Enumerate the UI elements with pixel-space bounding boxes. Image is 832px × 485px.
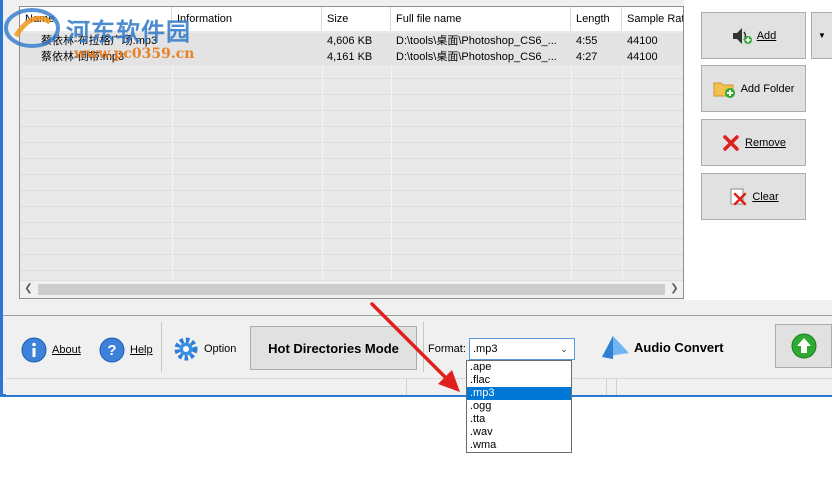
- divider: [161, 322, 162, 372]
- add-button[interactable]: Add: [701, 12, 806, 59]
- format-option-mp3[interactable]: .mp3: [467, 387, 571, 400]
- cell-sample-rate: 44100: [627, 35, 658, 47]
- add-dropdown-button[interactable]: ▼: [811, 12, 832, 59]
- remove-button[interactable]: Remove: [701, 119, 806, 166]
- column-divider: [172, 31, 173, 282]
- help-label: Help: [130, 344, 153, 356]
- column-header-full-file-name[interactable]: Full file name: [391, 7, 571, 31]
- chevron-down-icon: ⌄: [560, 344, 568, 354]
- convert-start-button[interactable]: [775, 324, 832, 368]
- option-label: Option: [204, 343, 237, 355]
- svg-text:?: ?: [107, 342, 116, 359]
- chevron-down-icon: ▼: [818, 31, 826, 40]
- cell-length: 4:27: [576, 51, 598, 63]
- help-icon: ?: [99, 337, 125, 363]
- table-row[interactable]: 蔡依林-布拉格广场.mp3 4,606 KB D:\tools\桌面\Photo…: [20, 33, 683, 49]
- list-header: Name Information Size Full file name Len…: [20, 7, 683, 31]
- cell-name: 蔡依林-倒带.mp3: [41, 51, 125, 63]
- audio-convert-label: Audio Convert: [634, 339, 724, 355]
- about-label: About: [52, 344, 81, 356]
- cell-information: [172, 49, 322, 65]
- cell-name: 蔡依林-布拉格广场.mp3: [41, 35, 158, 47]
- format-option-flac[interactable]: .flac: [467, 374, 571, 387]
- cell-length: 4:55: [576, 35, 598, 47]
- column-divider: [571, 31, 572, 282]
- about-button[interactable]: About: [20, 336, 81, 364]
- format-option-ogg[interactable]: .ogg: [467, 400, 571, 413]
- table-row[interactable]: 蔡依林-倒带.mp3 4,161 KB D:\tools\桌面\Photosho…: [20, 49, 683, 65]
- clear-list-icon: [730, 188, 747, 205]
- column-header-information[interactable]: Information: [172, 7, 322, 31]
- format-option-wav[interactable]: .wav: [467, 426, 571, 439]
- info-icon: [21, 337, 47, 363]
- cell-sample-rate: 44100: [627, 51, 658, 63]
- action-panel: Add ▼ Add Folder Remove Clear: [684, 0, 832, 300]
- scroll-left-arrow-icon[interactable]: ❮: [20, 281, 37, 298]
- red-x-icon: [723, 134, 739, 151]
- remove-button-label: Remove: [745, 136, 786, 149]
- cell-full-file-name: D:\tools\桌面\Photoshop_CS6_...: [396, 35, 557, 47]
- option-button[interactable]: Option: [173, 336, 236, 362]
- add-folder-button[interactable]: Add Folder: [701, 65, 806, 112]
- column-header-size[interactable]: Size: [322, 7, 391, 31]
- help-button[interactable]: ? Help: [98, 336, 153, 364]
- add-folder-button-label: Add Folder: [740, 82, 795, 95]
- folder-add-icon: [713, 82, 735, 98]
- cell-information: [172, 33, 322, 49]
- cell-full-file-name: D:\tools\桌面\Photoshop_CS6_...: [396, 51, 557, 63]
- scrollbar-thumb[interactable]: [38, 284, 665, 295]
- format-select-value: .mp3: [473, 343, 498, 355]
- format-dropdown-list[interactable]: .ape .flac .mp3 .ogg .tta .wav .wma: [466, 360, 572, 453]
- column-divider: [391, 31, 392, 282]
- clear-button[interactable]: Clear: [701, 173, 806, 220]
- audio-convert-logo-icon: [602, 336, 629, 359]
- format-option-wma[interactable]: .wma: [467, 439, 571, 452]
- format-option-tta[interactable]: .tta: [467, 413, 571, 426]
- list-body: 蔡依林-布拉格广场.mp3 4,606 KB D:\tools\桌面\Photo…: [20, 31, 683, 282]
- horizontal-scrollbar[interactable]: ❮ ❯: [20, 280, 683, 298]
- status-segment: [6, 379, 407, 395]
- column-divider: [622, 31, 623, 282]
- cell-size: 4,606 KB: [327, 35, 373, 47]
- column-header-sample-rate[interactable]: Sample Rate: [622, 7, 683, 31]
- file-list[interactable]: Name Information Size Full file name Len…: [19, 6, 684, 299]
- add-button-label: Add: [756, 29, 777, 42]
- column-header-length[interactable]: Length: [571, 7, 622, 31]
- column-divider: [322, 31, 323, 282]
- cell-size: 4,161 KB: [327, 51, 373, 63]
- audio-convert-title: Audio Convert: [599, 333, 724, 361]
- status-segment: [606, 379, 617, 395]
- annotation-arrow-icon: [370, 302, 460, 392]
- column-header-name[interactable]: Name: [20, 7, 172, 31]
- up-arrow-icon: [791, 333, 816, 359]
- scroll-right-arrow-icon[interactable]: ❯: [666, 281, 683, 298]
- format-select[interactable]: .mp3 ⌄: [469, 338, 575, 360]
- format-option-ape[interactable]: .ape: [467, 361, 571, 374]
- clear-button-label: Clear: [752, 190, 779, 203]
- gear-icon: [174, 337, 198, 361]
- speaker-icon: [732, 27, 752, 44]
